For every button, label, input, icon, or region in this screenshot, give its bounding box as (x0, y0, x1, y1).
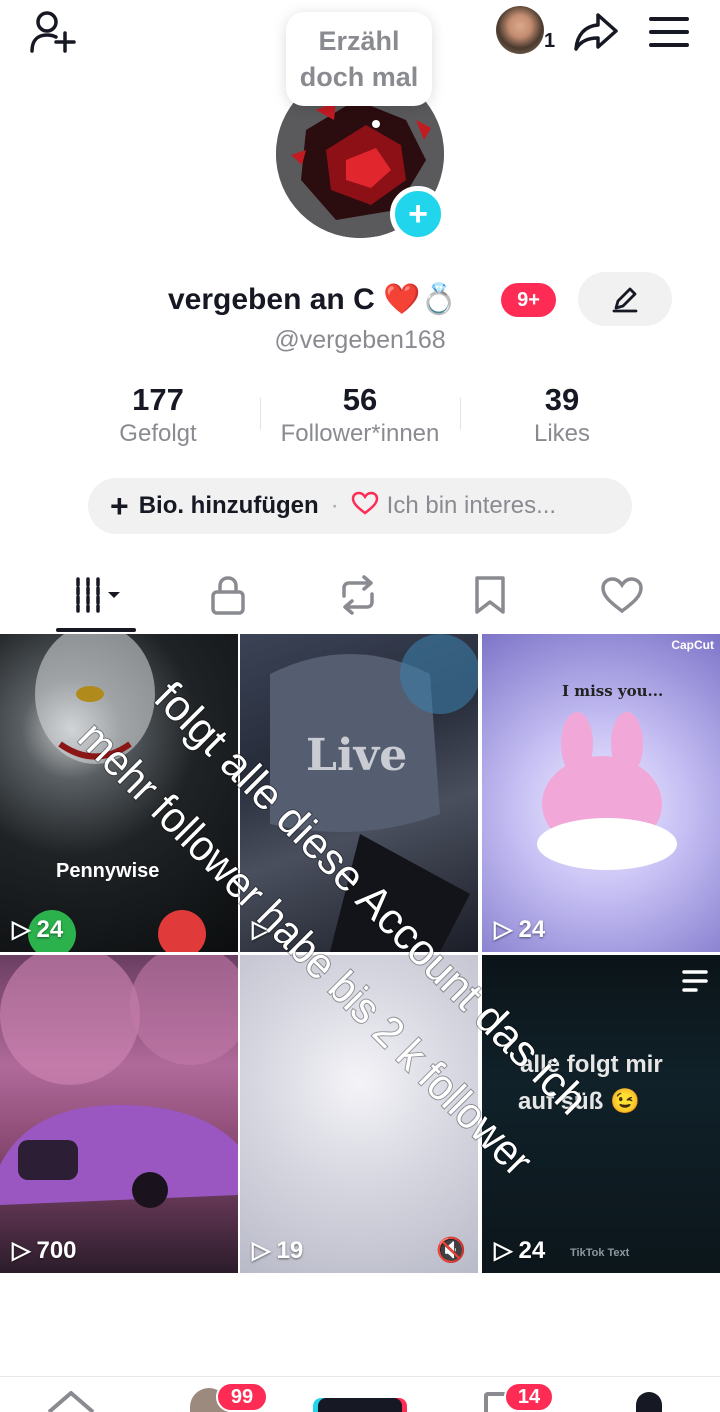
play-icon: ▷ (494, 916, 513, 943)
edit-profile-button[interactable] (578, 272, 672, 326)
video-tile[interactable]: ▷ 700 (0, 955, 238, 1273)
heart-icon (601, 577, 643, 614)
profile-icon[interactable] (636, 1392, 662, 1412)
play-icon: ▷ (252, 916, 271, 943)
view-count: ▷ 24 (12, 915, 64, 944)
tooltip-line-2: doch mal (299, 62, 419, 92)
tab-saved[interactable] (424, 566, 556, 624)
video-caption-line-2: auf süß 😉 (518, 1088, 640, 1115)
play-icon: ▷ (252, 1237, 271, 1264)
video-tile[interactable]: Pennywise ▷ 24 (0, 634, 238, 952)
bio-pill[interactable]: + Bio. hinzufügen · Ich bin interes... (88, 478, 632, 534)
video-tile[interactable]: CapCut I miss you... ▷ 24 (482, 634, 720, 952)
following-count: 177 (132, 382, 184, 417)
pencil-icon (612, 287, 638, 313)
video-caption-line-1: alle folgt mir (520, 1051, 663, 1078)
play-icon: ▷ (12, 916, 31, 943)
play-icon: ▷ (12, 1237, 31, 1264)
notification-badge[interactable]: 9+ (501, 283, 556, 317)
add-avatar-button[interactable]: + (390, 186, 446, 242)
stat-likes[interactable]: 39 Likes (452, 382, 672, 448)
repost-icon (342, 575, 374, 615)
likes-count: 39 (544, 382, 580, 417)
muted-icon: 🔇 (436, 1237, 466, 1264)
messages-badge: 14 (504, 1382, 554, 1412)
view-count: ▷ 24 (494, 915, 546, 944)
video-caption: Pennywise (56, 860, 160, 882)
play-icon: ▷ (494, 1237, 513, 1264)
add-bio-label[interactable]: Bio. hinzufügen (139, 492, 319, 520)
tooltip-bubble[interactable]: Erzähl doch mal (286, 12, 432, 106)
tab-reposts[interactable] (292, 566, 424, 624)
grid-icon (76, 577, 120, 613)
lock-icon (211, 576, 245, 615)
text-post-icon (682, 970, 708, 992)
video-caption: Live (306, 730, 408, 781)
tiktok-text-watermark: TikTok Text (570, 1247, 630, 1259)
bio-separator: · (330, 492, 339, 519)
plus-icon: + (110, 488, 129, 524)
account-count: 1 (544, 30, 556, 52)
username: @vergeben168 (274, 326, 446, 354)
tab-liked[interactable] (556, 566, 688, 624)
heart-outline-icon (351, 491, 379, 522)
create-button[interactable] (318, 1398, 402, 1412)
tab-videos[interactable] (34, 566, 166, 624)
view-count: ▷ 19 (252, 1236, 304, 1265)
view-count: ▷ (252, 915, 276, 944)
share-icon[interactable] (570, 8, 622, 56)
view-count: ▷ 24 (494, 1236, 546, 1265)
tooltip-line-1: Erzähl (318, 26, 400, 56)
stat-followers[interactable]: 56 Follower*innen (250, 382, 470, 448)
video-tile[interactable]: alle folgt mir auf süß 😉 TikTok Text ▷ 24 (482, 955, 720, 1273)
followers-count: 56 (342, 382, 378, 417)
home-icon[interactable] (46, 1390, 96, 1412)
add-friend-icon[interactable] (24, 8, 80, 56)
video-tile[interactable]: Live ▷ (240, 634, 478, 952)
stat-following[interactable]: 177 Gefolgt (48, 382, 268, 448)
plus-icon: + (408, 195, 428, 233)
video-tile[interactable]: ▷ 19 🔇 (240, 955, 478, 1273)
following-label: Gefolgt (119, 420, 197, 447)
followers-label: Follower*innen (280, 420, 440, 447)
display-name: vergeben an C ❤️💍 (168, 283, 458, 316)
tab-private[interactable] (162, 566, 294, 624)
inbox-badge: 99 (216, 1382, 268, 1412)
active-tab-indicator (56, 628, 136, 632)
likes-label: Likes (533, 420, 591, 447)
account-switch-avatar[interactable] (496, 6, 544, 54)
interests-label[interactable]: Ich bin interes... (387, 492, 556, 520)
view-count: ▷ 700 (12, 1236, 77, 1265)
bookmark-icon (475, 576, 505, 614)
menu-icon[interactable] (644, 10, 694, 54)
